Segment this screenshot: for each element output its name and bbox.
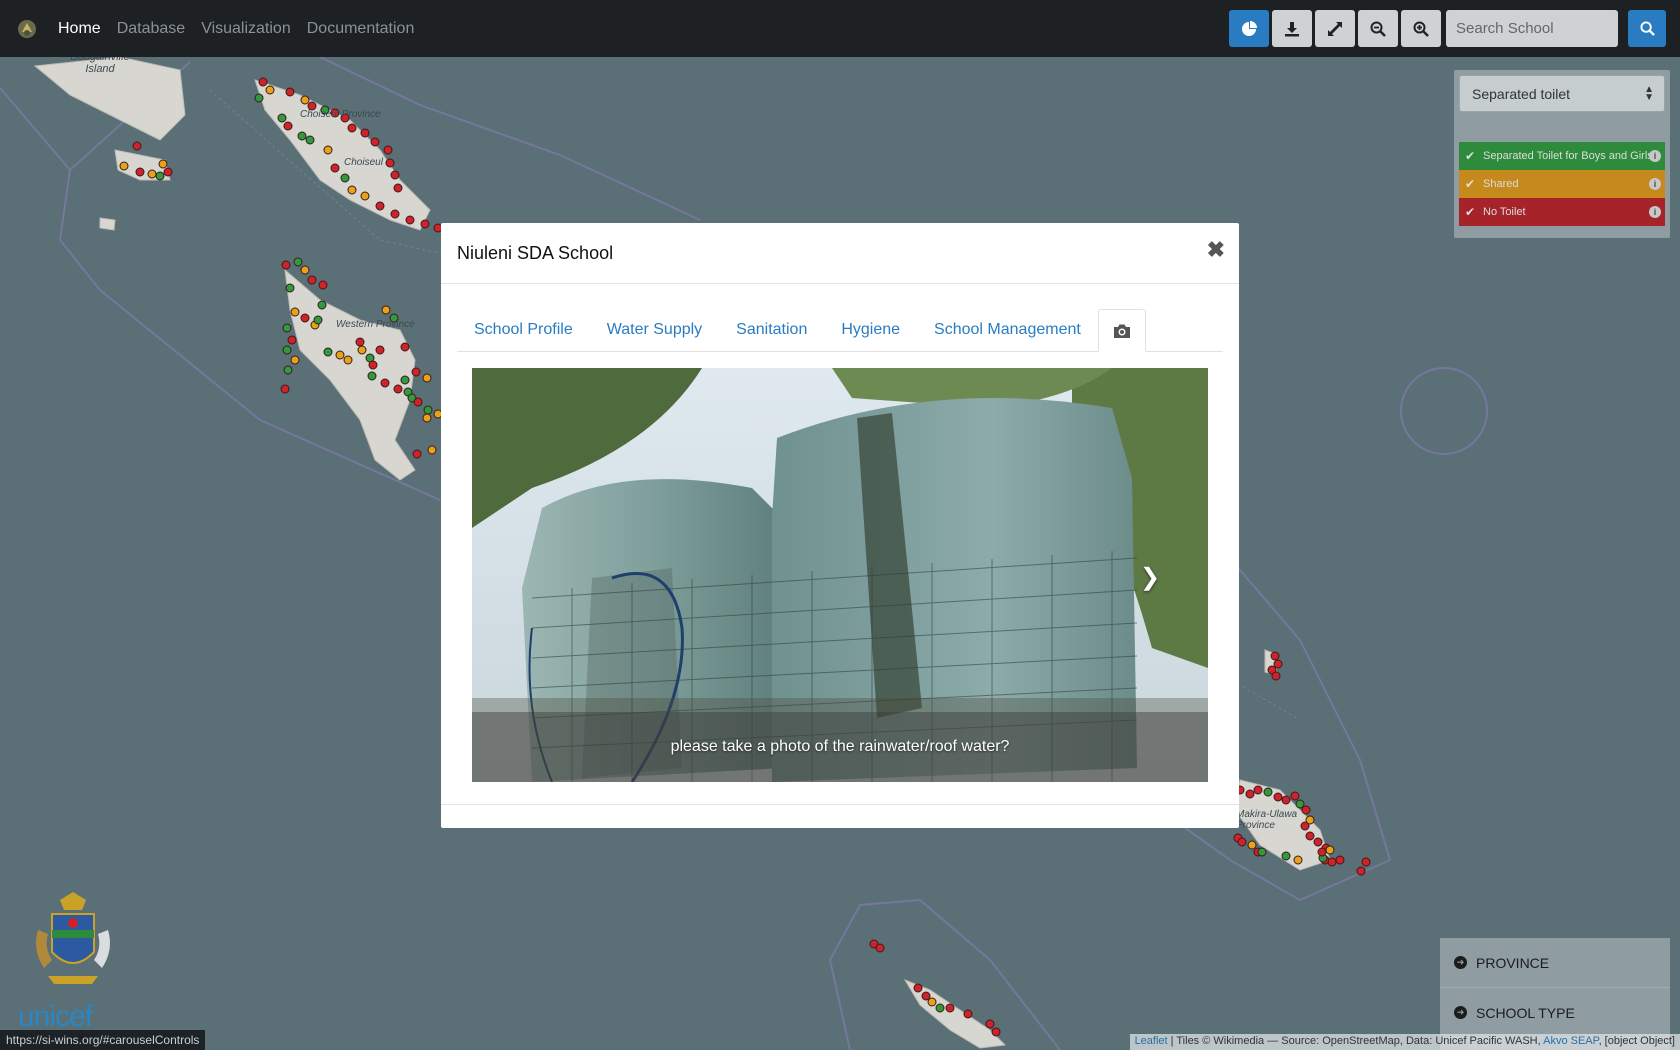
caption-bar: please take a photo of the rainwater/roo… <box>472 712 1208 782</box>
tab-photos[interactable] <box>1097 309 1146 352</box>
modal-footer <box>441 804 1239 828</box>
legend-label: Separated Toilet for Boys and Girls <box>1483 150 1653 162</box>
download-button[interactable] <box>1272 10 1312 47</box>
filter-label: PROVINCE <box>1476 954 1550 971</box>
modal-header: Niuleni SDA School ✖ <box>441 223 1239 284</box>
toolbar <box>1229 10 1666 47</box>
tab-school-profile[interactable]: School Profile <box>457 309 590 351</box>
chevron-right-icon[interactable]: ❯ <box>1140 563 1160 591</box>
nav-database[interactable]: Database <box>117 20 186 38</box>
tab-hygiene[interactable]: Hygiene <box>824 309 917 351</box>
status-bar-url: https://si-wins.org/#carouselControls <box>0 1030 206 1050</box>
nav-visualization[interactable]: Visualization <box>201 20 291 38</box>
zoom-out-icon <box>1370 21 1386 37</box>
map-label-makira: Makira-Ulawa Province <box>1236 809 1298 831</box>
legend-item-separated[interactable]: ✔ Separated Toilet for Boys and Girls i <box>1459 142 1665 170</box>
nav-home[interactable]: Home <box>58 20 101 38</box>
check-icon: ✔ <box>1465 205 1476 219</box>
check-icon: ✔ <box>1465 149 1476 163</box>
expand-icon <box>1328 21 1342 36</box>
zoom-in-button[interactable] <box>1401 10 1441 47</box>
zoom-out-button[interactable] <box>1358 10 1398 47</box>
search-button[interactable] <box>1628 10 1666 47</box>
app-logo-icon[interactable] <box>16 18 38 40</box>
leaflet-link[interactable]: Leaflet <box>1135 1035 1168 1047</box>
akvo-link[interactable]: Akvo SEAP <box>1543 1035 1598 1047</box>
navbar: Home Database Visualization Documentatio… <box>0 0 1680 57</box>
photo-carousel[interactable]: please take a photo of the rainwater/roo… <box>472 368 1208 782</box>
search-icon <box>1639 21 1655 36</box>
tab-sanitation[interactable]: Sanitation <box>719 309 824 351</box>
coat-of-arms-logo <box>36 892 110 984</box>
legend-item-shared[interactable]: ✔ Shared i <box>1459 170 1665 198</box>
filter-label: SCHOOL TYPE <box>1476 1004 1575 1021</box>
check-icon: ✔ <box>1465 177 1476 191</box>
modal-title: Niuleni SDA School <box>457 242 614 263</box>
info-icon[interactable]: i <box>1649 206 1661 218</box>
tab-school-management[interactable]: School Management <box>917 309 1098 351</box>
legend-item-no-toilet[interactable]: ✔ No Toilet i <box>1459 198 1665 226</box>
arrow-circle-right-icon: ➜ <box>1454 1006 1467 1019</box>
indicator-select-value: Separated toilet <box>1472 85 1571 102</box>
school-modal: Niuleni SDA School ✖ School Profile Wate… <box>441 223 1239 828</box>
legend-label: Shared <box>1483 178 1519 190</box>
camera-icon <box>1113 324 1130 338</box>
attribution-text: | Tiles © Wikimedia — Source: OpenStreet… <box>1167 1035 1544 1047</box>
tab-water-supply[interactable]: Water Supply <box>590 309 719 351</box>
filter-province[interactable]: ➜ PROVINCE <box>1440 938 1670 988</box>
filter-school-type[interactable]: ➜ SCHOOL TYPE <box>1440 988 1670 1038</box>
pie-chart-icon <box>1242 20 1257 36</box>
info-icon[interactable]: i <box>1649 178 1661 190</box>
indicator-select[interactable]: Separated toilet ▲ ▼ <box>1459 75 1665 112</box>
download-icon <box>1285 21 1299 36</box>
arrow-circle-right-icon: ➜ <box>1454 956 1467 969</box>
nav-documentation[interactable]: Documentation <box>307 20 415 38</box>
map-attribution: Leaflet | Tiles © Wikimedia — Source: Op… <box>1129 1034 1680 1050</box>
legend-panel: Separated toilet ▲ ▼ ✔ Separated Toilet f… <box>1454 70 1670 238</box>
map-label-choiseul: Choiseul <box>344 157 383 168</box>
map-label-island: Bougainville Island <box>70 57 130 75</box>
unicef-logo: unicef <box>18 1000 93 1033</box>
legend-label: No Toilet <box>1483 206 1526 218</box>
modal-tabs: School Profile Water Supply Sanitation H… <box>457 309 1223 352</box>
search-input[interactable] <box>1446 10 1618 47</box>
select-caret-icon: ▲ ▼ <box>1644 83 1654 103</box>
fullscreen-button[interactable] <box>1315 10 1355 47</box>
photo-caption: please take a photo of the rainwater/roo… <box>670 738 1010 755</box>
map-label-western-province: Western Province <box>336 319 415 330</box>
map-label-choiseul-province: Choiseul Province <box>300 109 381 120</box>
close-button[interactable]: ✖ <box>1207 237 1225 263</box>
chart-button[interactable] <box>1229 10 1269 47</box>
info-icon[interactable]: i <box>1649 150 1661 162</box>
attribution-tail: , [object Object] <box>1598 1035 1675 1047</box>
zoom-in-icon <box>1413 21 1429 37</box>
